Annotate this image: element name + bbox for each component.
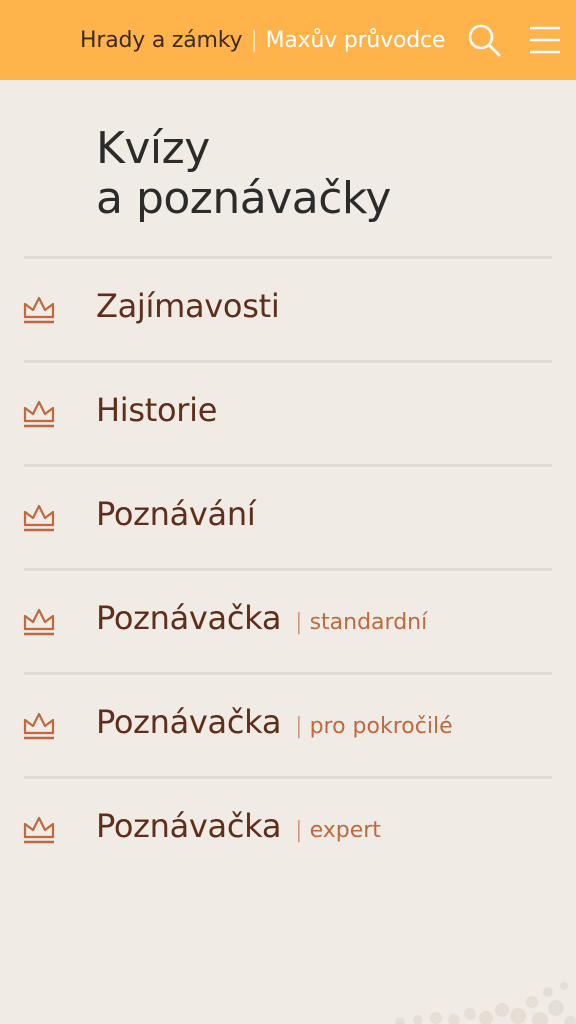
page-title-line-2: a poznávačky (96, 173, 391, 224)
quiz-item-poznavani[interactable]: Poznávání (0, 467, 576, 568)
page-title-line-1: Kvízy (96, 123, 210, 174)
quiz-item-poznavacka-advanced[interactable]: Poznávačka | pro pokročilé (0, 675, 576, 776)
quiz-item-label: Poznávačka | pro pokročilé (96, 703, 453, 741)
quiz-item-poznavacka-standard[interactable]: Poznávačka | standardní (0, 571, 576, 672)
crown-icon (23, 504, 55, 532)
app-header: Hrady a zámky | Maxův průvodce (0, 0, 576, 80)
brand-title: Hrady a zámky (80, 27, 243, 53)
menu-button[interactable] (527, 22, 563, 58)
quiz-item-title: Zajímavosti (96, 287, 280, 325)
quiz-item-title: Poznávání (96, 495, 256, 533)
brand-logo[interactable]: Hrady a zámky | Maxův průvodce (80, 0, 445, 80)
search-icon (468, 24, 501, 57)
quiz-item-label: Zajímavosti (96, 287, 280, 325)
quiz-item-level: standardní (309, 610, 428, 635)
crown-icon (23, 400, 55, 428)
quiz-item-historie[interactable]: Historie (0, 363, 576, 464)
crown-icon (23, 296, 55, 324)
quiz-item-title: Poznávačka (96, 599, 282, 637)
crown-icon (23, 608, 55, 636)
quiz-item-label: Poznávačka | standardní (96, 599, 427, 637)
quiz-item-label: Historie (96, 391, 217, 429)
quiz-item-separator: | (295, 818, 303, 843)
quiz-item-level: expert (309, 818, 381, 843)
crown-icon (23, 712, 55, 740)
quiz-item-level: pro pokročilé (309, 714, 453, 739)
quiz-item-title: Poznávačka (96, 807, 282, 845)
crown-icon (23, 816, 55, 844)
hamburger-menu-icon (530, 26, 560, 54)
quiz-item-title: Poznávačka (96, 703, 282, 741)
brand-subtitle: Maxův průvodce (265, 27, 446, 53)
decorative-dots (395, 982, 576, 1024)
quiz-item-label: Poznávání (96, 495, 256, 533)
quiz-item-title: Historie (96, 391, 218, 429)
quiz-item-poznavacka-expert[interactable]: Poznávačka | expert (0, 779, 576, 880)
search-button[interactable] (466, 22, 502, 58)
quiz-item-separator: | (295, 714, 303, 739)
page-title: Kvízy a poznávačky (96, 124, 391, 224)
brand-separator: | (250, 27, 258, 53)
quiz-item-label: Poznávačka | expert (96, 807, 381, 845)
quiz-item-zajimavosti[interactable]: Zajímavosti (0, 259, 576, 360)
quiz-item-separator: | (295, 610, 303, 635)
